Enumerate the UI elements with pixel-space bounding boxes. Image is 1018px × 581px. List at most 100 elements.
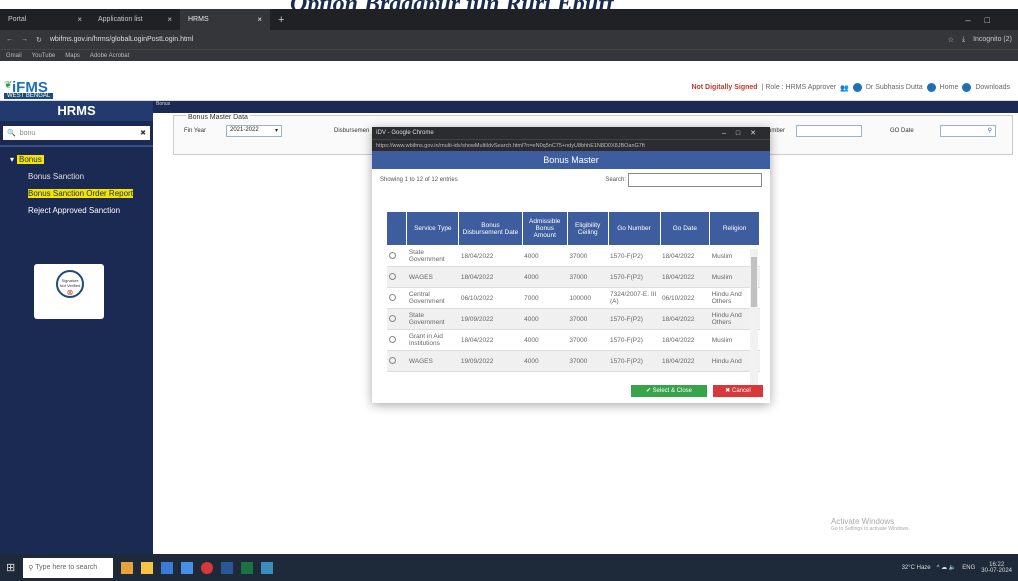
- banner-text: Option Bragapur jun Rurj Ebuff: [290, 0, 614, 9]
- clock[interactable]: 16:22 30-07-2024: [981, 562, 1012, 574]
- table-row[interactable]: WAGES 18/04/2022 4000 37000 1570-F(P2) 18/04/…: [386, 266, 760, 288]
- menu-search-input[interactable]: 🔍 bonu ✖: [3, 126, 150, 140]
- col-religion[interactable]: Religion: [709, 211, 760, 246]
- tab-hrms[interactable]: HRMS ×: [180, 9, 270, 30]
- search-value[interactable]: bonu: [20, 130, 36, 137]
- cell: 37000: [567, 329, 609, 351]
- popup-window-controls[interactable]: –□✕: [722, 129, 766, 137]
- row-radio[interactable]: [388, 251, 396, 259]
- sidebar-item-bonus-sanction-order-report[interactable]: Bonus Sanction Order Report: [0, 185, 153, 202]
- table-row[interactable]: State Government 18/04/2022 4000 37000 1570-…: [386, 245, 760, 267]
- url-input[interactable]: wbifms.gov.in/hrms/globalLoginPostLogin.…: [50, 36, 193, 43]
- mail-icon[interactable]: [161, 561, 174, 574]
- back-icon[interactable]: ←: [6, 36, 13, 43]
- incognito-label[interactable]: Incognito (2): [973, 36, 1012, 44]
- row-radio[interactable]: [388, 335, 396, 343]
- col-service-type[interactable]: Service Type: [406, 211, 460, 246]
- close-icon[interactable]: ×: [257, 15, 262, 24]
- close-icon[interactable]: ×: [167, 15, 172, 24]
- go-date-input[interactable]: ⚲: [940, 125, 996, 137]
- cell: 4000: [522, 245, 568, 267]
- row-radio[interactable]: [388, 314, 396, 322]
- table-row[interactable]: Central Government 06/10/2022 7000 100000 73…: [386, 287, 760, 309]
- signature-status: Not Digitally Signed: [691, 84, 758, 91]
- bookmark-maps[interactable]: Maps: [65, 53, 80, 59]
- users-icon[interactable]: 👥: [840, 84, 849, 92]
- scrollbar-thumb[interactable]: [751, 257, 757, 307]
- col-disbursement-date[interactable]: Bonus Disbursement Date: [458, 211, 523, 246]
- tray-icons[interactable]: ^ ☁ 🔈: [937, 564, 957, 571]
- row-radio[interactable]: [388, 272, 396, 280]
- table-scrollbar[interactable]: [750, 249, 758, 385]
- sidebar-item-label: Reject Approved Sanction: [28, 206, 121, 215]
- breadcrumb: Bonus: [153, 101, 1018, 113]
- windows-start-icon[interactable]: ⊞: [6, 561, 15, 574]
- cell: 4000: [522, 329, 568, 351]
- reload-icon[interactable]: ↻: [36, 36, 42, 44]
- downloads-link[interactable]: Downloads: [975, 84, 1010, 91]
- cell: WAGES: [406, 266, 459, 288]
- search-icon[interactable]: ⚲: [988, 127, 992, 134]
- sidebar-item-bonus-sanction[interactable]: Bonus Sanction: [0, 168, 153, 185]
- go-number-input[interactable]: [796, 125, 862, 137]
- tab-application-list[interactable]: Application list ×: [90, 9, 180, 30]
- word-icon[interactable]: [221, 561, 234, 574]
- bookmark-acrobat[interactable]: Adobe Acrobat: [90, 53, 129, 59]
- bookmark-gmail[interactable]: Gmail: [6, 53, 22, 59]
- popup-title: IDV - Google Chrome: [376, 130, 434, 136]
- cell: 37000: [567, 266, 609, 288]
- activate-windows-watermark: Activate Windows Go to Settings to activ…: [831, 517, 910, 532]
- user-name[interactable]: Dr Subhasis Dutta: [866, 84, 923, 91]
- table-row[interactable]: WAGES 19/09/2022 4000 37000 1570-F(P2) 18/04/…: [386, 350, 760, 372]
- app-icon[interactable]: [261, 561, 274, 574]
- cell: 18/04/2022: [660, 266, 710, 288]
- top-banner: Option Bragapur jun Rurj Ebuff: [0, 0, 1018, 9]
- excel-icon[interactable]: [241, 561, 254, 574]
- cell: 18/04/2022: [458, 329, 523, 351]
- menu-group-bonus[interactable]: ▾ Bonus: [0, 151, 153, 168]
- cancel-button[interactable]: ✖ Cancel: [713, 385, 763, 397]
- bookmark-youtube[interactable]: YouTube: [32, 53, 56, 59]
- taskbar-search-input[interactable]: ⚲ Type here to search: [23, 557, 114, 578]
- cell: State Government: [406, 245, 459, 267]
- table-row[interactable]: State Government 19/09/2022 4000 37000 1570-…: [386, 308, 760, 330]
- store-icon[interactable]: [181, 561, 194, 574]
- cell: 1570-F(P2): [608, 329, 660, 351]
- file-explorer-icon[interactable]: [141, 561, 154, 574]
- col-go-number[interactable]: Go Number: [607, 211, 661, 246]
- col-eligibility-ceiling[interactable]: Eligibility Ceiling: [566, 211, 609, 246]
- fin-year-select[interactable]: 2021-2022 ▾: [226, 125, 282, 137]
- home-link[interactable]: Home: [940, 84, 959, 91]
- language-label[interactable]: ENG: [962, 565, 975, 571]
- menu-group-label: Bonus: [17, 155, 44, 164]
- system-tray: 32°C Haze ^ ☁ 🔈 ENG 16:22 30-07-2024: [902, 562, 1012, 574]
- col-go-date[interactable]: Go Date: [659, 211, 711, 246]
- tab-portal[interactable]: Portal ×: [0, 9, 90, 30]
- search-icon: ⚲: [28, 564, 36, 572]
- sidebar-menu: ▾ Bonus Bonus Sanction Bonus Sanction Ord…: [0, 149, 153, 219]
- new-tab-icon[interactable]: +: [270, 14, 292, 26]
- weather-label[interactable]: 32°C Haze: [902, 565, 931, 571]
- window-controls[interactable]: –□: [966, 15, 1018, 25]
- col-bonus-amount[interactable]: Admissible Bonus Amount: [521, 211, 568, 246]
- row-radio[interactable]: [388, 293, 396, 301]
- cell: 37000: [567, 308, 609, 330]
- home-icon[interactable]: [926, 83, 936, 92]
- chrome-icon[interactable]: [201, 561, 214, 574]
- row-radio[interactable]: [388, 356, 396, 364]
- star-icon[interactable]: ☆: [948, 36, 954, 44]
- select-close-button[interactable]: ✔ Select & Close: [631, 385, 707, 397]
- clear-icon[interactable]: ✖: [140, 129, 146, 137]
- task-view-icon[interactable]: [121, 561, 134, 574]
- table-row[interactable]: Grant in Aid Institutions 18/04/2022 4000 3…: [386, 329, 760, 351]
- cell: 18/04/2022: [660, 350, 710, 372]
- close-icon[interactable]: ×: [77, 15, 82, 24]
- forward-icon[interactable]: →: [21, 36, 28, 43]
- table-search-input[interactable]: [628, 173, 762, 187]
- cell: 7324/2007-E. III (A): [608, 287, 660, 309]
- download-icon[interactable]: ⤓: [962, 36, 965, 44]
- downloads-icon[interactable]: [962, 83, 972, 92]
- taskbar: ⊞ ⚲ Type here to search 32°C Haze ^ ☁ 🔈 …: [0, 554, 1018, 581]
- tab-label: HRMS: [188, 16, 209, 23]
- sidebar-item-reject-approved-sanction[interactable]: Reject Approved Sanction: [0, 202, 153, 219]
